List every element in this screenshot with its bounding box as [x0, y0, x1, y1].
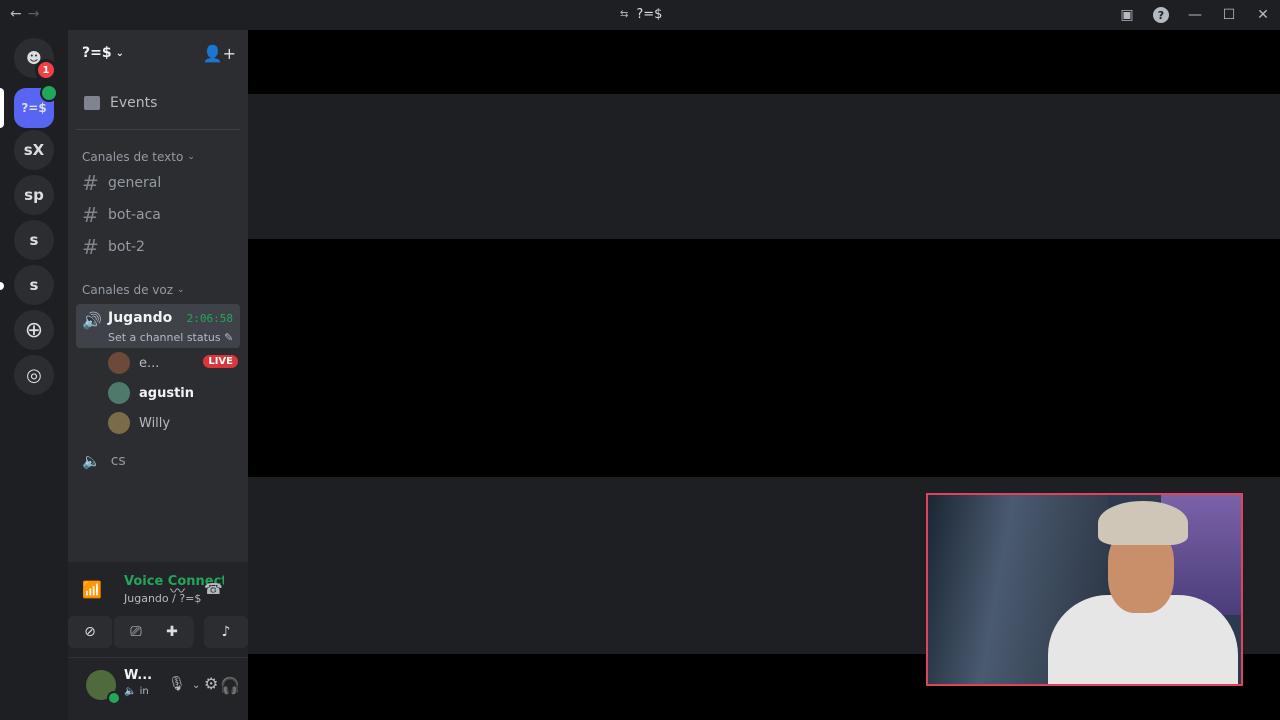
window-title-text: ?=$: [636, 7, 663, 22]
channel-status-text: Set a channel status: [108, 331, 221, 344]
pencil-icon: ✎: [224, 331, 234, 344]
channel-bot-aca[interactable]: # bot-aca: [76, 200, 240, 230]
events-label: Events: [110, 95, 158, 111]
chevron-down-icon: ⌄: [115, 47, 124, 59]
chevron-down-icon: ⌄: [177, 285, 185, 295]
nav-buttons: ← →: [10, 6, 39, 22]
server-label: s: [29, 276, 39, 294]
server-label: ?=$: [21, 101, 47, 115]
headphones-icon[interactable]: 🎧: [220, 676, 240, 695]
server-name: ?=$: [82, 45, 112, 61]
channel-label: bot-2: [108, 239, 145, 255]
signal-icon[interactable]: 📶: [82, 580, 102, 599]
avatar: [108, 412, 130, 434]
discover-button[interactable]: ◎: [14, 355, 54, 395]
minimize-icon[interactable]: —: [1178, 0, 1212, 30]
channel-label: general: [108, 175, 162, 191]
add-server-button[interactable]: ⊕: [14, 310, 54, 350]
chevron-down-icon: ⌄: [187, 152, 195, 162]
hash-icon: #: [82, 235, 99, 259]
voice-channel-jugando[interactable]: 🔊 Jugando 2:06:58 Set a channel status ✎: [76, 304, 240, 348]
active-server-pill: [0, 88, 4, 128]
discover-icon: ◎: [26, 364, 42, 386]
add-server-icon: ⊕: [24, 317, 44, 343]
inbox-icon[interactable]: ▣: [1110, 0, 1144, 30]
voice-user[interactable]: agustin: [108, 380, 238, 406]
settings-gear-icon[interactable]: ⚙: [204, 674, 218, 693]
activities-icon: ✚: [166, 624, 178, 640]
user-status: 🔈 in: [124, 686, 149, 697]
user-status-text: in: [139, 686, 149, 697]
user-panel: W... 🔈 in 🎙 ⌄ 🎧 ⌄: [68, 658, 248, 720]
link-icon: ⇆: [620, 9, 629, 20]
discord-home-button[interactable]: ☻ 1: [14, 38, 57, 81]
server-icon[interactable]: s: [14, 265, 54, 305]
help-icon[interactable]: ?: [1144, 0, 1178, 30]
chevron-down-icon[interactable]: ⌄: [192, 680, 200, 691]
channel-label: bot-aca: [108, 207, 161, 223]
events-item[interactable]: Events: [76, 88, 240, 118]
webcam-overlay: [926, 493, 1243, 686]
server-list: ☻ 1 ?=$ sX sp s s ⊕ ◎: [0, 30, 68, 720]
voice-connected-panel: 📶 Voice Connected Jugando / ?=$ 〰 ☎ ⊘ ⎚ …: [68, 562, 248, 658]
channel-status[interactable]: Set a channel status ✎: [108, 331, 233, 344]
maximize-icon[interactable]: ☐: [1212, 0, 1246, 30]
voice-channel-label: Jugando: [108, 310, 173, 326]
speaker-icon: 🔈: [82, 452, 101, 470]
user-name: W...: [124, 668, 153, 683]
server-icon[interactable]: s: [14, 220, 54, 260]
voice-connected-subtitle[interactable]: Jugando / ?=$: [124, 592, 201, 605]
server-label: s: [29, 231, 39, 249]
channel-bot-2[interactable]: # bot-2: [76, 232, 240, 262]
disconnect-icon[interactable]: ☎: [204, 580, 223, 598]
camera-off-icon: ⊘: [84, 624, 96, 640]
server-icon-active[interactable]: ?=$: [14, 84, 58, 128]
divider: [76, 129, 240, 130]
category-label: Canales de voz: [82, 283, 174, 297]
forward-arrow-icon[interactable]: →: [28, 6, 40, 22]
server-icon[interactable]: sX: [14, 130, 54, 170]
channel-label: cs: [110, 453, 126, 469]
hash-icon: #: [82, 203, 99, 227]
screen-share-icon: ⎚: [130, 624, 142, 640]
text-category[interactable]: Canales de texto ⌄: [82, 150, 195, 164]
window-title: ⇆ ?=$: [620, 7, 662, 22]
server-icon[interactable]: sp: [14, 175, 54, 215]
speaker-icon: [40, 84, 58, 102]
person-cap: [1098, 501, 1188, 545]
voice-user[interactable]: Willy: [108, 410, 238, 436]
camera-button[interactable]: ⊘: [68, 616, 112, 648]
window-controls: ▣ ? — ☐ ✕: [1110, 0, 1280, 30]
soundboard-button[interactable]: ♪: [204, 616, 248, 648]
soundboard-icon: ♪: [221, 624, 231, 640]
call-timer: 2:06:58: [186, 312, 233, 325]
server-label: sp: [24, 186, 44, 204]
invite-people-icon[interactable]: 👤+: [203, 44, 236, 63]
avatar: [108, 382, 130, 404]
close-icon[interactable]: ✕: [1246, 0, 1280, 30]
title-bar: ← → ⇆ ?=$ ▣ ? — ☐ ✕: [0, 0, 1280, 30]
unread-badge: 1: [35, 59, 57, 81]
calendar-icon: [84, 96, 100, 110]
voice-user[interactable]: e... LIVE: [108, 350, 238, 376]
voice-user-name: Willy: [139, 415, 171, 431]
back-arrow-icon[interactable]: ←: [10, 6, 22, 22]
live-badge: LIVE: [203, 355, 238, 368]
server-label: sX: [23, 141, 45, 159]
microphone-icon[interactable]: 🎙: [168, 676, 186, 692]
avatar: [108, 352, 130, 374]
voice-user-name: agustin: [139, 385, 194, 401]
category-label: Canales de texto: [82, 150, 184, 164]
channel-general[interactable]: # general: [76, 168, 240, 198]
stream-band: [248, 94, 1280, 239]
unread-pill: [0, 282, 4, 290]
voice-user-name: e...: [139, 355, 160, 371]
online-status-icon: [107, 691, 121, 705]
hash-icon: #: [82, 171, 99, 195]
speaker-icon: 🔊: [82, 311, 102, 330]
voice-channel-cs[interactable]: 🔈 cs: [76, 446, 240, 476]
activities-button[interactable]: ✚: [150, 616, 194, 648]
noise-suppression-icon[interactable]: 〰: [170, 580, 185, 601]
voice-category[interactable]: Canales de voz ⌄: [82, 283, 185, 297]
